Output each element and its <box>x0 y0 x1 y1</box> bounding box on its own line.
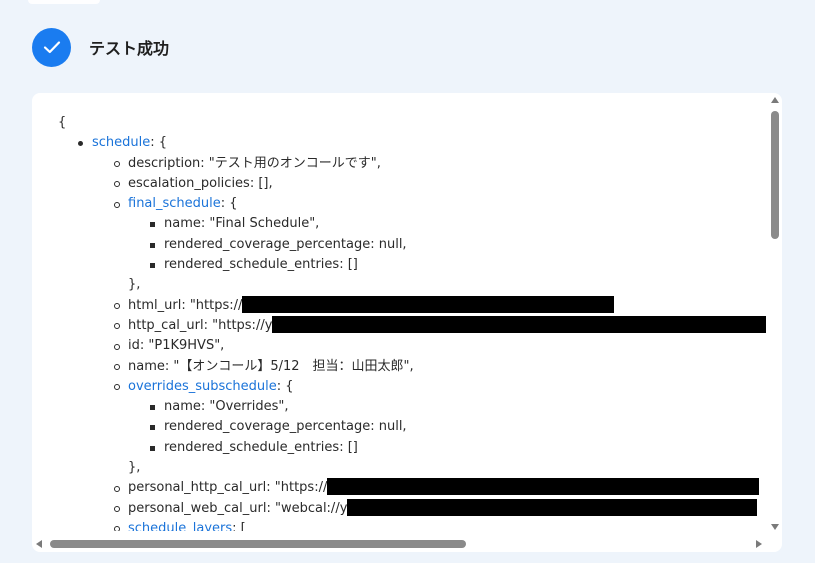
json-value: : "https:// <box>181 297 243 313</box>
json-key-link-schedule[interactable]: schedule <box>92 135 150 150</box>
list-bullet <box>114 526 120 531</box>
json-value: : "https://y <box>203 317 273 333</box>
top-tab-edge <box>28 0 100 4</box>
check-icon <box>43 41 60 54</box>
list-bullet <box>114 181 120 188</box>
scroll-right-arrow-icon[interactable] <box>756 540 762 548</box>
json-value: : "Final Schedule", <box>200 216 320 232</box>
redaction-bar <box>347 498 758 516</box>
horizontal-scrollbar-thumb[interactable] <box>50 540 466 548</box>
list-bullet <box>114 343 120 350</box>
json-key-escalation-policies: escalation_policies <box>128 175 250 191</box>
list-bullet <box>114 201 120 208</box>
json-entry: html_url: "https:// <box>58 295 768 316</box>
json-value: : { <box>276 378 294 394</box>
list-bullet <box>150 263 155 269</box>
list-bullet <box>150 405 155 411</box>
json-entry: schedule_layers: [ <box>58 519 768 531</box>
json-value: : "Overrides", <box>200 399 289 415</box>
json-value: : [] <box>339 439 358 455</box>
json-entry: rendered_schedule_entries: [] <box>58 255 768 275</box>
json-key-link-overrides-subschedule[interactable]: overrides_subschedule <box>128 379 277 394</box>
json-closing-line: }, <box>58 458 768 478</box>
json-key-personal-web-cal-url: personal_web_cal_url <box>128 500 267 516</box>
json-key-name: name <box>164 216 201 232</box>
json-entry: name: "Final Schedule", <box>58 214 768 234</box>
result-header: テスト成功 <box>32 27 169 67</box>
redaction-bar <box>327 478 760 496</box>
scroll-down-arrow-icon[interactable] <box>771 524 779 530</box>
list-bullet <box>114 323 120 330</box>
list-bullet <box>114 364 120 371</box>
list-bullet <box>150 242 155 248</box>
scroll-left-arrow-icon[interactable] <box>36 540 42 548</box>
json-key-rendered-coverage-percentage: rendered_coverage_percentage <box>164 236 371 252</box>
json-value: : { <box>220 196 238 212</box>
success-badge <box>32 27 71 67</box>
json-punctuation: }, <box>128 460 141 476</box>
json-key-description: description <box>128 155 201 171</box>
json-entry: personal_web_cal_url: "webcal://y <box>58 498 768 519</box>
json-entry: personal_http_cal_url: "https:// <box>58 478 768 498</box>
json-entry: name: "Overrides", <box>58 397 768 417</box>
json-value: : "https:// <box>266 480 328 496</box>
json-entry: escalation_policies: [], <box>58 174 768 194</box>
json-key-link-final-schedule[interactable]: final_schedule <box>128 196 221 211</box>
json-value: : [] <box>339 257 358 273</box>
json-value: : "webcal://y <box>266 500 348 516</box>
list-bullet <box>150 222 155 228</box>
json-key-name: name <box>128 358 165 374</box>
json-tree[interactable]: {schedule: {description: "テスト用のオンコールです",… <box>58 113 768 531</box>
json-closing-line: }, <box>58 275 768 295</box>
list-bullet <box>150 425 155 431</box>
json-punctuation: { <box>58 115 67 130</box>
json-value: : [], <box>249 175 273 191</box>
json-key-id: id <box>128 338 140 354</box>
json-value: : null, <box>370 236 407 252</box>
json-key-rendered-schedule-entries: rendered_schedule_entries <box>164 257 340 273</box>
json-open-brace: { <box>58 113 768 133</box>
json-entry: id: "P1K9HVS", <box>58 336 768 356</box>
list-bullet <box>114 161 120 168</box>
json-entry: overrides_subschedule: { <box>58 377 768 397</box>
list-bullet <box>114 506 120 513</box>
json-entry: name: "【オンコール】5/12 担当：山田太郎", <box>58 357 768 377</box>
json-value: : [ <box>232 520 246 531</box>
json-result-panel[interactable]: {schedule: {description: "テスト用のオンコールです",… <box>32 93 782 552</box>
json-entry: rendered_schedule_entries: [] <box>58 438 768 458</box>
json-value: : "【オンコール】5/12 担当：山田太郎", <box>164 358 414 374</box>
json-value: : null, <box>370 419 407 435</box>
json-key-rendered-schedule-entries: rendered_schedule_entries <box>164 439 340 455</box>
json-key-rendered-coverage-percentage: rendered_coverage_percentage <box>164 419 371 435</box>
json-key-personal-http-cal-url: personal_http_cal_url <box>128 480 267 496</box>
list-bullet <box>78 141 83 147</box>
json-value: : { <box>150 135 168 151</box>
json-key-http-cal-url: http_cal_url <box>128 317 204 333</box>
json-entry: final_schedule: { <box>58 194 768 214</box>
json-entry: schedule: { <box>58 133 768 153</box>
redaction-bar <box>242 295 615 313</box>
list-bullet <box>150 445 155 451</box>
list-bullet <box>114 303 120 310</box>
json-entry: description: "テスト用のオンコールです", <box>58 154 768 174</box>
json-key-link-schedule-layers[interactable]: schedule_layers <box>128 521 232 531</box>
json-value: : "テスト用のオンコールです", <box>200 155 381 171</box>
list-bullet <box>114 384 120 391</box>
list-bullet <box>114 485 120 492</box>
redaction-bar <box>272 315 767 333</box>
json-key-name: name <box>164 399 201 415</box>
json-key-html-url: html_url <box>128 297 182 313</box>
vertical-scrollbar-thumb[interactable] <box>771 111 779 239</box>
json-punctuation: }, <box>128 277 141 293</box>
result-title: テスト成功 <box>89 39 170 58</box>
scroll-up-arrow-icon[interactable] <box>771 97 779 103</box>
json-value: : "P1K9HVS", <box>139 338 225 354</box>
json-entry: rendered_coverage_percentage: null, <box>58 235 768 255</box>
json-entry: http_cal_url: "https://y <box>58 315 768 336</box>
json-entry: rendered_coverage_percentage: null, <box>58 417 768 437</box>
